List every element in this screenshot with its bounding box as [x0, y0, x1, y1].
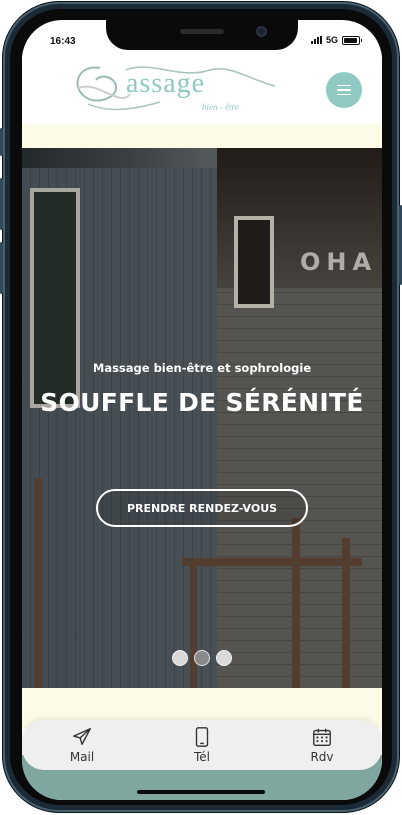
hero-subtitle: Massage bien-être et sophrologie [92, 361, 312, 375]
nav-item-appointment[interactable]: Rdv [282, 726, 362, 764]
nav-item-phone[interactable]: Tél [162, 726, 242, 764]
side-button-volume-up [0, 178, 3, 230]
hero-overlay [22, 148, 382, 688]
logo-word: assage [126, 68, 206, 99]
bottom-nav: Mail Tél Rdv [22, 720, 382, 770]
side-button-mute [0, 128, 3, 156]
battery-icon [342, 35, 362, 45]
hero-title: SOUFFLE DE SÉRÉNITÉ [40, 388, 364, 417]
network-type: 5G [325, 35, 338, 45]
slider-dot-2[interactable] [194, 650, 210, 666]
signal-icon [310, 36, 322, 44]
nav-item-mail[interactable]: Mail [42, 726, 122, 764]
header-divider-band [22, 124, 382, 148]
notch [106, 20, 298, 50]
slider-dot-3[interactable] [216, 650, 232, 666]
book-appointment-button[interactable]: PRENDRE RENDEZ-VOUS [96, 489, 308, 527]
nav-label-appointment: Rdv [310, 750, 334, 764]
status-indicators: 5G [310, 35, 362, 45]
phone-screen: assage bien - être OHA Massage bien-être… [22, 20, 382, 800]
nav-label-phone: Tél [193, 750, 210, 764]
slider-dots [22, 650, 382, 666]
status-time: 16:43 [50, 36, 76, 47]
nav-label-mail: Mail [69, 750, 95, 764]
hamburger-icon [337, 84, 351, 87]
hero-slider[interactable]: OHA Massage bien-être et sophrologie SOU… [22, 148, 382, 688]
side-button-volume-down [0, 242, 3, 294]
status-bar: 16:43 5G [22, 20, 382, 64]
phone-icon [195, 727, 209, 747]
site-logo[interactable]: assage bien - être [70, 58, 280, 114]
logo-tagline: bien - être [202, 102, 239, 112]
home-indicator[interactable] [137, 790, 265, 794]
speaker-grille [180, 29, 224, 34]
slider-dot-1[interactable] [172, 650, 188, 666]
calendar-icon [313, 728, 331, 746]
paper-plane-icon [73, 728, 91, 746]
front-camera [256, 26, 267, 37]
menu-button[interactable] [326, 72, 362, 108]
